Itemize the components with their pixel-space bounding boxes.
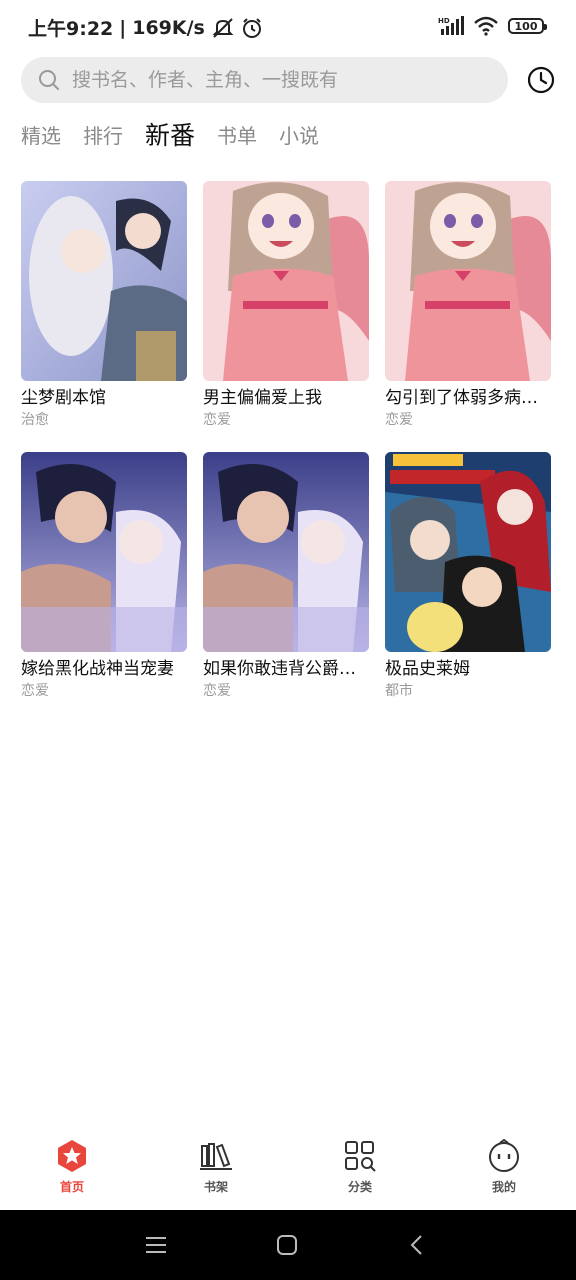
book-genre: 恋爱 bbox=[203, 683, 231, 699]
book-cover bbox=[203, 452, 369, 652]
book-title: 男主偏偏爱上我 bbox=[203, 388, 322, 408]
status-right: HD 100 bbox=[438, 16, 547, 36]
network-speed: 169K/s bbox=[132, 16, 205, 39]
nav-profile[interactable]: 我的 bbox=[432, 1138, 576, 1210]
book-genre: 治愈 bbox=[21, 412, 49, 428]
category-tabs: 精选 排行 新番 书单 小说 bbox=[21, 112, 341, 156]
bottom-nav: 首页 书架 分类 我的 bbox=[0, 1138, 576, 1210]
book-card[interactable]: 勾引到了体弱多病… 恋爱 bbox=[385, 181, 551, 452]
book-genre: 都市 bbox=[385, 683, 413, 699]
nav-category[interactable]: 分类 bbox=[288, 1138, 432, 1210]
book-card[interactable]: 男主偏偏爱上我 恋爱 bbox=[203, 181, 369, 452]
back-chevron-icon[interactable] bbox=[404, 1232, 430, 1258]
category-grid-icon bbox=[345, 1141, 376, 1172]
book-card[interactable]: 如果你敢违背公爵… 恋爱 bbox=[203, 452, 369, 723]
tab-ranking[interactable]: 排行 bbox=[83, 120, 123, 149]
book-title: 如果你敢违背公爵… bbox=[203, 659, 356, 679]
tab-novels[interactable]: 小说 bbox=[279, 120, 319, 149]
book-card[interactable]: 尘梦剧本馆 治愈 bbox=[21, 181, 187, 452]
system-navigation-bar bbox=[0, 1210, 576, 1280]
nav-label-bookshelf: 书架 bbox=[203, 1180, 228, 1194]
alarm-icon bbox=[242, 17, 261, 38]
nav-label-category: 分类 bbox=[347, 1180, 372, 1194]
book-genre: 恋爱 bbox=[385, 412, 413, 428]
book-cover bbox=[21, 452, 187, 652]
book-cover bbox=[385, 181, 551, 381]
home-star-icon bbox=[58, 1140, 86, 1172]
menu-icon[interactable] bbox=[143, 1232, 169, 1258]
svg-text:HD: HD bbox=[438, 17, 450, 25]
search-bar[interactable] bbox=[21, 57, 508, 103]
book-title: 勾引到了体弱多病… bbox=[385, 388, 538, 408]
status-separator: | bbox=[119, 16, 127, 39]
wifi-icon bbox=[474, 16, 498, 36]
bookshelf-icon bbox=[200, 1143, 232, 1170]
book-title: 极品史莱姆 bbox=[385, 659, 470, 679]
battery-icon: 100 bbox=[508, 18, 547, 34]
tab-new-releases[interactable]: 新番 bbox=[145, 116, 195, 152]
book-cover bbox=[203, 181, 369, 381]
book-cover bbox=[385, 452, 551, 652]
book-genre: 恋爱 bbox=[203, 412, 231, 428]
nav-label-home: 首页 bbox=[59, 1180, 84, 1194]
search-icon bbox=[39, 70, 59, 90]
book-title: 尘梦剧本馆 bbox=[21, 388, 106, 408]
battery-level: 100 bbox=[514, 19, 538, 33]
book-card[interactable]: 嫁给黑化战神当宠妻 恋爱 bbox=[21, 452, 187, 723]
status-left: 上午9:22 | 169K/s bbox=[28, 14, 263, 41]
status-time: 上午9:22 bbox=[28, 18, 114, 40]
book-card[interactable]: 极品史莱姆 都市 bbox=[385, 452, 551, 723]
tab-featured[interactable]: 精选 bbox=[21, 120, 61, 149]
book-cover bbox=[21, 181, 187, 381]
search-input[interactable] bbox=[70, 68, 494, 92]
nav-home[interactable]: 首页 bbox=[0, 1138, 144, 1210]
comic-grid: 尘梦剧本馆 治愈 男主偏偏爱上我 恋爱 勾引到了体弱多病… 恋爱 嫁给黑化战神当… bbox=[21, 181, 561, 723]
profile-face-icon bbox=[489, 1138, 519, 1172]
tab-booklists[interactable]: 书单 bbox=[217, 120, 257, 149]
nav-label-profile: 我的 bbox=[491, 1180, 516, 1194]
signal-icon: HD bbox=[438, 16, 464, 35]
history-clock-icon[interactable] bbox=[526, 65, 556, 95]
book-title: 嫁给黑化战神当宠妻 bbox=[21, 659, 174, 679]
home-square-icon[interactable] bbox=[274, 1232, 300, 1258]
mute-icon bbox=[212, 17, 234, 38]
book-genre: 恋爱 bbox=[21, 683, 49, 699]
nav-bookshelf[interactable]: 书架 bbox=[144, 1138, 288, 1210]
status-bar: 上午9:22 | 169K/s HD 100 bbox=[0, 0, 576, 54]
